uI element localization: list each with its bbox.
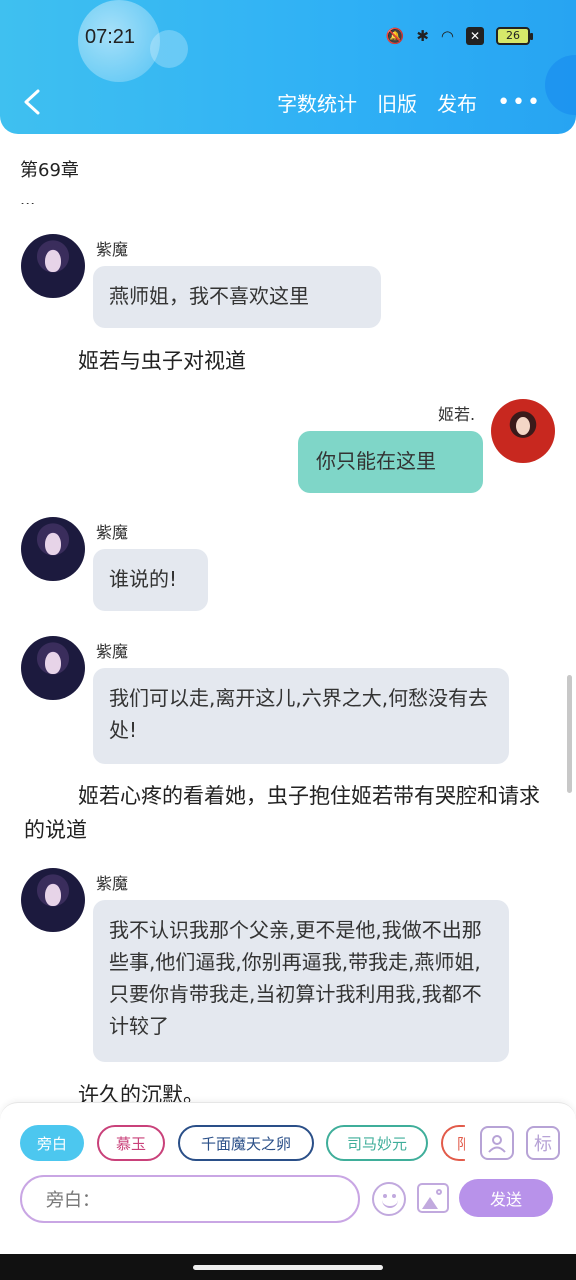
role-chip-narrator[interactable]: 旁白 bbox=[20, 1125, 84, 1161]
narration-text[interactable]: 姬若与虫子对视道 bbox=[78, 344, 246, 378]
avatar[interactable] bbox=[21, 234, 85, 298]
speaker-name: 紫魔 bbox=[96, 642, 129, 661]
message-input[interactable]: 旁白： bbox=[20, 1175, 360, 1223]
avatar[interactable] bbox=[21, 868, 85, 932]
decor-bubble bbox=[150, 30, 188, 68]
wifi-icon: ◠ bbox=[440, 27, 454, 45]
battery-icon: 26 bbox=[496, 27, 533, 45]
role-chip[interactable]: 千面魔天之卵 bbox=[178, 1125, 314, 1161]
word-count-button[interactable]: 字数统计 bbox=[277, 88, 357, 117]
more-icon[interactable]: ••• bbox=[497, 90, 542, 115]
chapter-title: 第69章 bbox=[20, 160, 79, 181]
speaker-name: 紫魔 bbox=[96, 240, 129, 259]
decor-bubble bbox=[545, 55, 576, 115]
speaker-name: 紫魔 bbox=[96, 523, 129, 542]
message-bubble[interactable]: 谁说的! bbox=[93, 549, 208, 611]
scrollbar[interactable] bbox=[567, 675, 572, 793]
avatar[interactable] bbox=[491, 399, 555, 463]
status-icons: 🔕 ✱ ◠ ✕ 26 bbox=[385, 26, 533, 46]
message-bubble[interactable]: 我不认识我那个父亲,更不是他,我做不出那些事,他们逼我,你别再逼我,带我走,燕师… bbox=[93, 900, 509, 1062]
message-bubble[interactable]: 我们可以走,离开这儿,六界之大,何愁没有去处! bbox=[93, 668, 509, 764]
status-time: 07:21 bbox=[85, 26, 136, 48]
app-header: 07:21 🔕 ✱ ◠ ✕ 26 字数统计 旧版 发布 ••• bbox=[0, 0, 576, 134]
avatar[interactable] bbox=[21, 636, 85, 700]
header-actions: 字数统计 旧版 发布 ••• bbox=[277, 88, 542, 117]
role-chip[interactable]: 司马妙元 bbox=[326, 1125, 428, 1161]
bluetooth-icon: ✱ bbox=[416, 27, 429, 45]
image-icon[interactable] bbox=[417, 1183, 449, 1213]
role-chip[interactable]: 慕玉 bbox=[97, 1125, 165, 1161]
mute-icon: 🔕 bbox=[385, 27, 405, 45]
send-button[interactable]: 发送 bbox=[459, 1179, 553, 1217]
chip-fade bbox=[463, 1120, 473, 1166]
narration-text[interactable]: 姬若心疼的看着她，虫子抱住姬若带有哭腔和请求的说道 bbox=[24, 779, 544, 847]
home-indicator[interactable] bbox=[193, 1265, 383, 1270]
publish-button[interactable]: 发布 bbox=[437, 88, 477, 117]
old-version-button[interactable]: 旧版 bbox=[377, 88, 417, 117]
message-bubble[interactable]: 你只能在这里 bbox=[298, 431, 483, 493]
speaker-name: 紫魔 bbox=[96, 874, 129, 893]
back-icon[interactable] bbox=[20, 88, 44, 116]
close-icon: ✕ bbox=[466, 27, 484, 45]
speaker-name: 姬若. bbox=[438, 405, 476, 424]
avatar[interactable] bbox=[21, 517, 85, 581]
emoji-icon[interactable] bbox=[372, 1182, 406, 1216]
partial-text: ... bbox=[20, 190, 36, 204]
person-icon bbox=[488, 1135, 506, 1153]
role-manage-icon[interactable] bbox=[480, 1126, 514, 1160]
message-bubble[interactable]: 燕师姐，我不喜欢这里 bbox=[93, 266, 381, 328]
tag-icon[interactable]: 标 bbox=[526, 1126, 560, 1160]
